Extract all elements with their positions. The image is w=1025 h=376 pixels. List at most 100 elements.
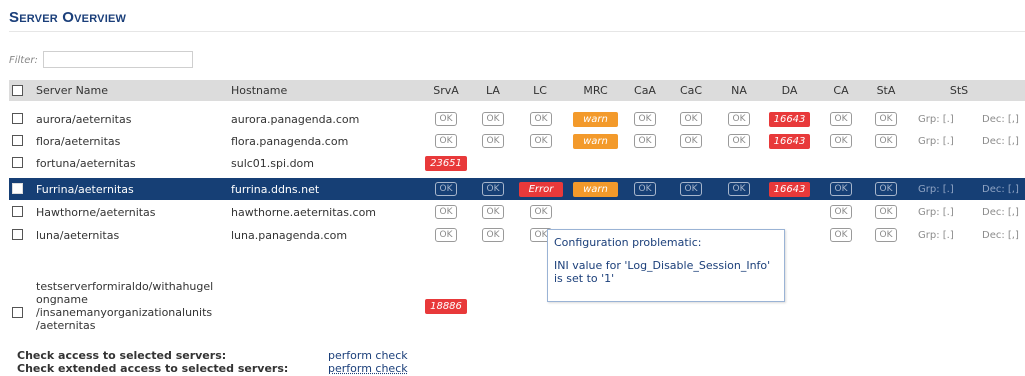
server-name[interactable]: Hawthorne/aeternitas [36, 201, 156, 223]
col-da[interactable]: DA [767, 80, 812, 101]
srva-error-code-badge[interactable]: 23651 [425, 155, 467, 171]
lc-ok-status-badge[interactable]: OK [530, 134, 552, 148]
na-ok-status-badge[interactable]: OK [728, 112, 750, 126]
row-checkbox[interactable] [12, 206, 23, 217]
sts-decimal: Dec: [,] [982, 113, 1019, 125]
lc-error-status-badge[interactable]: Error [519, 181, 563, 197]
ca-ok-status-badge[interactable]: OK [830, 205, 852, 219]
config-tooltip: Configuration problematic: INI value for… [547, 229, 785, 302]
title-divider [9, 31, 1025, 32]
select-all-checkbox[interactable] [12, 85, 23, 96]
table-row[interactable]: luna/aeternitas luna.panagenda.com OK OK OK O… [9, 224, 1025, 246]
page-title: Server Overview [9, 9, 127, 26]
sts-group: Grp: [.] [918, 206, 954, 218]
da-error-code-badge[interactable]: 16643 [768, 181, 811, 197]
sta-ok-status-badge[interactable]: OK [875, 134, 897, 148]
row-checkbox[interactable] [12, 157, 23, 168]
srva-ok-status-badge[interactable]: OK [435, 228, 457, 242]
col-hostname[interactable]: Hostname [231, 80, 287, 101]
srva-ok-status-badge[interactable]: OK [435, 134, 457, 148]
table-header: Server Name Hostname SrvA LA LC MRC CaA … [9, 80, 1025, 101]
sta-ok-status-badge[interactable]: OK [875, 112, 897, 126]
caa-ok-status-badge[interactable]: OK [634, 134, 656, 148]
sta-ok-status-badge[interactable]: OK [875, 182, 897, 196]
caa-ok-status-badge[interactable]: OK [634, 182, 656, 196]
sts-group: Grp: [.] [918, 113, 954, 125]
la-ok-status-badge[interactable]: OK [482, 182, 504, 196]
col-sta[interactable]: StA [871, 80, 901, 101]
col-caa[interactable]: CaA [630, 80, 660, 101]
srva-ok-status-badge[interactable]: OK [435, 112, 457, 126]
mrc-warn-status-badge[interactable]: warn [573, 181, 618, 197]
perform-extended-check-link[interactable]: perform check [328, 362, 408, 375]
col-lc[interactable]: LC [525, 80, 555, 101]
na-ok-status-badge[interactable]: OK [728, 182, 750, 196]
srva-error-code-badge[interactable]: 18886 [425, 299, 467, 314]
check-access-label: Check access to selected servers: [17, 349, 227, 362]
row-checkbox[interactable] [12, 229, 23, 240]
row-checkbox[interactable] [12, 307, 23, 318]
table-row[interactable]: aurora/aeternitas aurora.panagenda.com OK O… [9, 108, 1025, 130]
da-error-code-badge[interactable]: 16643 [768, 133, 811, 149]
lc-ok-status-badge[interactable]: OK [530, 205, 552, 219]
cac-ok-status-badge[interactable]: OK [680, 112, 702, 126]
filter-input[interactable] [43, 51, 193, 68]
server-name[interactable]: flora/aeternitas [36, 130, 120, 152]
row-checkbox[interactable] [12, 113, 23, 124]
cac-ok-status-badge[interactable]: OK [680, 182, 702, 196]
server-name[interactable]: fortuna/aeternitas [36, 152, 136, 174]
col-ca[interactable]: CA [826, 80, 856, 101]
na-ok-status-badge[interactable]: OK [728, 134, 750, 148]
table-row[interactable]: Furrina/aeternitas furrina.ddns.net OK OK Er… [9, 178, 1025, 200]
ca-ok-status-badge[interactable]: OK [830, 134, 852, 148]
server-name[interactable]: luna/aeternitas [36, 224, 119, 246]
sts-group: Grp: [.] [918, 229, 954, 241]
hostname: luna.panagenda.com [231, 228, 348, 242]
hostname: sulc01.spi.dom [231, 156, 314, 170]
col-server-name[interactable]: Server Name [36, 80, 108, 101]
la-ok-status-badge[interactable]: OK [482, 134, 504, 148]
sts-group: Grp: [.] [918, 183, 954, 195]
server-name-line: /aeternitas [36, 319, 96, 332]
col-cac[interactable]: CaC [676, 80, 706, 101]
server-name[interactable]: testserverformiraldo/withahugel ongname/i… [36, 280, 213, 335]
sts-decimal: Dec: [,] [982, 229, 1019, 241]
server-name[interactable]: Furrina/aeternitas [36, 178, 134, 200]
col-la[interactable]: LA [478, 80, 508, 101]
row-checkbox[interactable] [12, 135, 23, 146]
caa-ok-status-badge[interactable]: OK [634, 112, 656, 126]
perform-check-link[interactable]: perform check [328, 349, 408, 362]
tooltip-body: INI value for 'Log_Disable_Session_Info'… [554, 259, 771, 285]
ca-ok-status-badge[interactable]: OK [830, 182, 852, 196]
ca-ok-status-badge[interactable]: OK [830, 228, 852, 242]
lc-ok-status-badge[interactable]: OK [530, 112, 552, 126]
srva-ok-status-badge[interactable]: OK [435, 205, 457, 219]
la-ok-status-badge[interactable]: OK [482, 205, 504, 219]
mrc-warn-status-badge[interactable]: warn [573, 133, 618, 149]
check-extended-access-label: Check extended access to selected server… [17, 362, 289, 375]
la-ok-status-badge[interactable]: OK [482, 112, 504, 126]
da-error-code-badge[interactable]: 16643 [768, 111, 811, 127]
table-row[interactable]: flora/aeternitas flora.panagenda.com OK OK O… [9, 130, 1025, 152]
col-na[interactable]: NA [724, 80, 754, 101]
server-name-line: testserverformiraldo/withahugel [36, 280, 214, 293]
table-row[interactable]: Hawthorne/aeternitas hawthorne.aeternitas… [9, 201, 1025, 223]
ca-ok-status-badge[interactable]: OK [830, 112, 852, 126]
sta-ok-status-badge[interactable]: OK [875, 228, 897, 242]
la-ok-status-badge[interactable]: OK [482, 228, 504, 242]
row-checkbox[interactable] [12, 183, 23, 194]
srva-ok-status-badge[interactable]: OK [435, 182, 457, 196]
sts-decimal: Dec: [,] [982, 206, 1019, 218]
hostname: furrina.ddns.net [231, 182, 320, 196]
col-mrc[interactable]: MRC [573, 80, 618, 101]
table-row[interactable]: fortuna/aeternitas sulc01.spi.dom 23651 [9, 152, 1025, 174]
table-row[interactable]: testserverformiraldo/withahugel ongname/i… [9, 279, 1025, 334]
col-srva[interactable]: SrvA [426, 80, 466, 101]
sta-ok-status-badge[interactable]: OK [875, 205, 897, 219]
sts-group: Grp: [.] [918, 135, 954, 147]
col-sts[interactable]: StS [939, 80, 979, 101]
hostname: aurora.panagenda.com [231, 112, 360, 126]
cac-ok-status-badge[interactable]: OK [680, 134, 702, 148]
mrc-warn-status-badge[interactable]: warn [573, 111, 618, 127]
server-name[interactable]: aurora/aeternitas [36, 108, 131, 130]
